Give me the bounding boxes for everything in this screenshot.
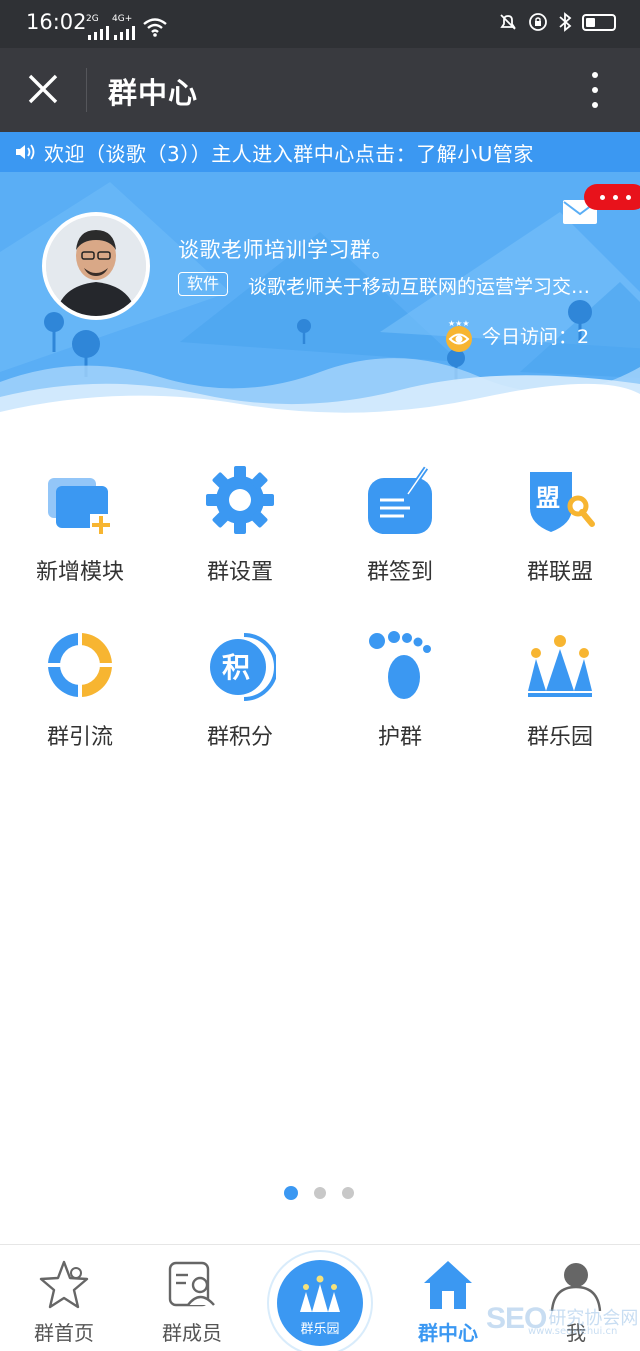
bluetooth-icon <box>559 12 572 32</box>
lock-rotation-icon <box>529 13 547 31</box>
module-label: 群引流 <box>46 725 113 750</box>
module-park[interactable]: 群乐园 <box>480 625 640 765</box>
notice-text: 欢迎（谈歌（3））主人进入群中心点击：了解小U管家 <box>44 142 534 166</box>
network-label-4g: 4G+ <box>112 14 133 24</box>
network-label-2g: 2G <box>86 14 99 24</box>
alliance-shield-icon: 盟 <box>530 472 595 532</box>
tab-label: 群首页 <box>34 1321 94 1345</box>
traffic-ring-icon <box>46 631 114 699</box>
group-description: 谈歌老师关于移动互联网的运营学习交流群 <box>248 276 592 298</box>
module-add[interactable]: 新增模块 <box>0 460 160 600</box>
module-label: 新增模块 <box>35 560 124 585</box>
module-label: 群乐园 <box>526 725 593 750</box>
close-icon[interactable] <box>24 70 62 108</box>
status-bar: 16:02 2G 4G+ <box>0 0 640 48</box>
tab-park-center-button[interactable]: 群乐园 <box>267 1250 373 1351</box>
module-traffic[interactable]: 群引流 <box>0 625 160 765</box>
status-icons <box>498 12 616 32</box>
status-time: 16:02 <box>26 10 87 34</box>
center-button-circle: 群乐园 <box>277 1260 363 1346</box>
crown-icon <box>300 1275 340 1312</box>
group-banner: 谈歌老师培训学习群。 软件 谈歌老师关于移动互联网的运营学习交流群 ★★★ 今日… <box>0 172 640 422</box>
bell-muted-icon <box>500 14 516 30</box>
points-icon: 积 <box>210 633 276 701</box>
wifi-icon <box>143 18 167 37</box>
module-alliance[interactable]: 盟 群联盟 <box>480 460 640 600</box>
title-divider <box>86 68 87 112</box>
group-name: 谈歌老师培训学习群。 <box>178 238 393 262</box>
module-settings[interactable]: 群设置 <box>160 460 320 600</box>
svg-text:积: 积 <box>222 651 250 684</box>
module-guard[interactable]: 护群 <box>320 625 480 765</box>
today-visits-label: 今日访问：2 <box>482 325 590 348</box>
watermark-url: www.seoxiehui.cn <box>528 1326 618 1337</box>
svg-text:盟: 盟 <box>536 484 560 512</box>
page-dot-active[interactable] <box>284 1186 298 1200</box>
more-vertical-icon[interactable] <box>590 72 600 108</box>
watermark: SEO 研究协会网 www.seoxiehui.cn <box>486 1302 638 1337</box>
group-avatar[interactable] <box>42 212 150 320</box>
gear-icon <box>206 466 274 534</box>
signal-icon-2 <box>114 26 135 40</box>
module-label: 群签到 <box>366 560 433 585</box>
star-icon <box>39 1260 89 1309</box>
tab-home-page[interactable]: 群首页 <box>0 1245 128 1351</box>
add-module-icon <box>48 478 112 536</box>
footprint-icon <box>369 631 431 699</box>
tab-label: 群成员 <box>162 1321 222 1345</box>
crown-icon <box>528 635 592 697</box>
today-visits: ★★★ 今日访问：2 <box>444 318 589 352</box>
module-sign-in[interactable]: 群签到 <box>320 460 480 600</box>
group-tag: 软件 <box>178 272 229 296</box>
eye-icon: ★★★ <box>446 319 472 352</box>
tab-members[interactable]: 群成员 <box>128 1245 256 1351</box>
page-title: 群中心 <box>108 76 199 110</box>
center-button-label: 群乐园 <box>300 1322 340 1337</box>
module-points[interactable]: 积 群积分 <box>160 625 320 765</box>
avatar-portrait-icon <box>46 216 146 316</box>
notice-bar[interactable]: 欢迎（谈歌（3））主人进入群中心点击：了解小U管家 <box>0 132 640 172</box>
battery-icon <box>582 13 616 31</box>
signal-icon <box>88 26 109 40</box>
home-icon <box>424 1261 472 1309</box>
page-indicator <box>284 1186 354 1200</box>
page-dot[interactable] <box>314 1187 326 1199</box>
sign-in-icon <box>368 466 432 534</box>
module-label: 护群 <box>377 725 422 750</box>
page-dot[interactable] <box>342 1187 354 1199</box>
title-bar: 群中心 <box>0 48 640 132</box>
message-badge <box>584 184 640 210</box>
module-label: 群设置 <box>206 560 273 585</box>
speaker-icon <box>16 144 35 160</box>
module-label: 群联盟 <box>526 560 593 585</box>
members-icon <box>168 1261 215 1307</box>
module-label: 群积分 <box>206 725 273 750</box>
